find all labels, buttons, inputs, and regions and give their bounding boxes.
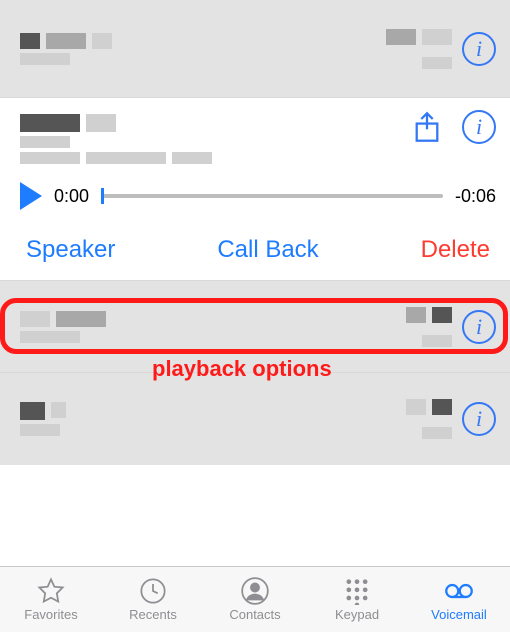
tab-label: Voicemail — [431, 607, 487, 622]
tab-label: Recents — [129, 607, 177, 622]
voicemail-list: i i — [0, 0, 510, 566]
tab-bar: Favorites Recents Contacts Keypad — [0, 566, 510, 632]
voicemail-row-expanded: i 0:00 -0:06 Speaker Call Back Delete — [0, 98, 510, 281]
voicemail-row[interactable]: i — [0, 373, 510, 465]
speaker-button[interactable]: Speaker — [20, 234, 121, 266]
share-icon[interactable] — [410, 110, 444, 144]
tab-label: Contacts — [229, 607, 280, 622]
current-time: 0:00 — [54, 186, 89, 207]
tab-voicemail[interactable]: Voicemail — [408, 567, 510, 632]
playback-bar: 0:00 -0:06 — [20, 168, 496, 220]
voicemail-row[interactable]: i — [0, 281, 510, 373]
info-icon[interactable]: i — [462, 310, 496, 344]
voicemail-screen: i i — [0, 0, 510, 632]
scrubber[interactable] — [101, 194, 443, 198]
playback-options: Speaker Call Back Delete — [14, 220, 502, 280]
info-icon[interactable]: i — [462, 110, 496, 144]
callback-button[interactable]: Call Back — [211, 234, 324, 266]
delete-button[interactable]: Delete — [415, 234, 496, 266]
info-icon[interactable]: i — [462, 32, 496, 66]
remaining-time: -0:06 — [455, 186, 496, 207]
info-icon[interactable]: i — [462, 402, 496, 436]
tab-favorites[interactable]: Favorites — [0, 567, 102, 632]
play-icon[interactable] — [20, 182, 42, 210]
voicemail-row[interactable]: i — [0, 0, 510, 98]
tab-label: Keypad — [335, 607, 379, 622]
tab-keypad[interactable]: Keypad — [306, 567, 408, 632]
tab-contacts[interactable]: Contacts — [204, 567, 306, 632]
tab-recents[interactable]: Recents — [102, 567, 204, 632]
tab-label: Favorites — [24, 607, 77, 622]
